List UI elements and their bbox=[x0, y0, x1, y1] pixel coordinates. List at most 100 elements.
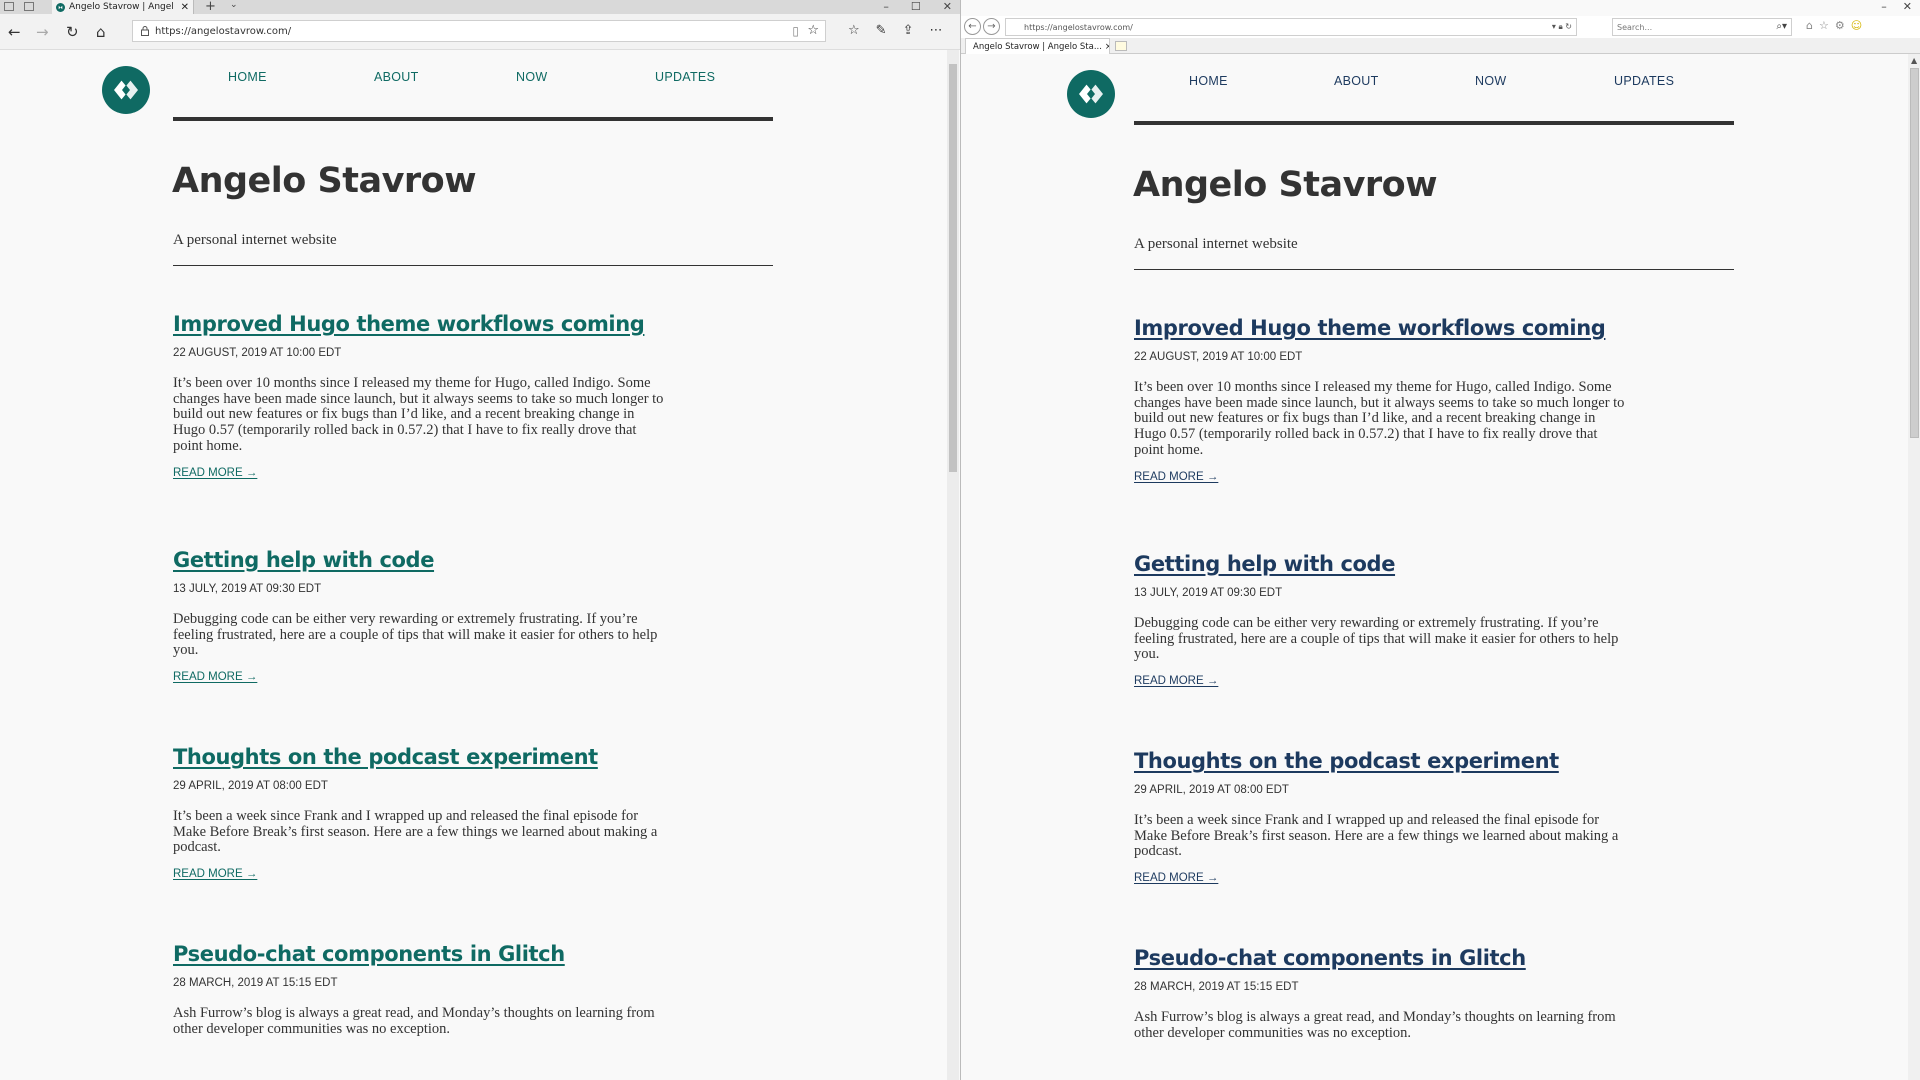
post-excerpt: It’s been a week since Frank and I wrapp… bbox=[1134, 812, 1619, 860]
minimize-icon[interactable]: – bbox=[883, 0, 889, 13]
site-nav: HOME ABOUT NOW UPDATES bbox=[228, 70, 715, 84]
refresh-icon[interactable]: ↻ bbox=[66, 23, 79, 41]
close-tab-icon[interactable]: ✕ bbox=[181, 2, 193, 13]
subtitle-rule bbox=[1134, 269, 1734, 270]
post-excerpt: It’s been over 10 months since I release… bbox=[1134, 379, 1625, 458]
ie-browser-window: – ✕ ← → https://angelostavrow.com/ ▾ 🔒︎ … bbox=[960, 0, 1920, 1080]
nav-now[interactable]: NOW bbox=[516, 70, 655, 84]
nav-updates[interactable]: UPDATES bbox=[655, 70, 715, 84]
post-date: 22 AUGUST, 2019 AT 10:00 EDT bbox=[1134, 351, 1303, 363]
tab-list-chevron-icon[interactable]: ⌄ bbox=[230, 0, 238, 10]
post-excerpt: It’s been over 10 months since I release… bbox=[173, 375, 664, 454]
post-title-link[interactable]: Thoughts on the podcast experiment bbox=[1134, 749, 1626, 773]
share-icon[interactable]: ⇪ bbox=[903, 23, 914, 38]
edge-toolbar: ☆ ✎ ⇪ ⋯ bbox=[848, 23, 942, 38]
lock-icon: 🔒︎ bbox=[1558, 22, 1563, 31]
logo-mark-icon bbox=[1079, 84, 1103, 104]
ie-active-tab[interactable]: Angelo Stavrow | Angelo Sta... × bbox=[965, 38, 1110, 54]
post-title-link[interactable]: Improved Hugo theme workflows coming bbox=[173, 312, 665, 336]
site-title: Angelo Stavrow bbox=[172, 161, 477, 201]
back-icon[interactable]: ← bbox=[8, 23, 21, 41]
ie-vertical-scrollbar[interactable]: ▲ bbox=[1908, 54, 1920, 1080]
forward-icon[interactable]: → bbox=[36, 23, 49, 41]
close-window-icon[interactable]: ✕ bbox=[943, 0, 952, 13]
home-icon[interactable]: ⌂ bbox=[96, 23, 106, 41]
edge-active-tab[interactable]: Angelo Stavrow | Angel ✕ bbox=[52, 0, 194, 14]
address-bar[interactable]: https://angelostavrow.com/ ▯ ☆ bbox=[132, 20, 826, 42]
post-excerpt: Debugging code can be either very reward… bbox=[173, 611, 658, 659]
ie-tab-row: Angelo Stavrow | Angelo Sta... × bbox=[961, 38, 1920, 54]
read-more-link[interactable]: READ MORE → bbox=[173, 671, 665, 683]
address-bar[interactable]: https://angelostavrow.com/ ▾ 🔒︎ ↻ bbox=[1005, 18, 1577, 36]
scroll-up-icon[interactable]: ▲ bbox=[1911, 56, 1917, 65]
site-subtitle: A personal internet website bbox=[173, 232, 337, 248]
edge-vertical-scrollbar[interactable] bbox=[947, 50, 959, 1080]
post-date: 13 JULY, 2019 AT 09:30 EDT bbox=[1134, 587, 1283, 599]
close-tab-icon[interactable]: × bbox=[1105, 42, 1109, 52]
nav-home[interactable]: HOME bbox=[228, 70, 374, 84]
search-input[interactable]: Search... bbox=[1617, 23, 1652, 32]
favorite-star-icon[interactable]: ☆ bbox=[807, 23, 819, 38]
ie-nav-bar: ← → https://angelostavrow.com/ ▾ 🔒︎ ↻ Se… bbox=[961, 16, 1920, 38]
site-logo[interactable] bbox=[102, 66, 150, 114]
tab-preview-icon[interactable] bbox=[4, 2, 14, 11]
set-tabs-aside-icon[interactable] bbox=[24, 2, 34, 11]
nav-about[interactable]: ABOUT bbox=[374, 70, 516, 84]
post-date: 28 MARCH, 2019 AT 15:15 EDT bbox=[173, 977, 338, 989]
scrollbar-thumb[interactable] bbox=[949, 64, 957, 472]
pen-icon[interactable]: ✎ bbox=[876, 23, 887, 38]
gear-icon[interactable]: ⚙ bbox=[1835, 19, 1845, 32]
address-controls: ▾ 🔒︎ ↻ bbox=[1552, 22, 1572, 32]
post-title-link[interactable]: Pseudo-chat components in Glitch bbox=[173, 942, 665, 966]
site-page: HOME ABOUT NOW UPDATES Angelo Stavrow A … bbox=[961, 54, 1908, 1080]
ie-page-viewport: HOME ABOUT NOW UPDATES Angelo Stavrow A … bbox=[961, 54, 1908, 1080]
post-item: Pseudo-chat components in Glitch 28 MARC… bbox=[1134, 946, 1626, 1041]
post-excerpt: Debugging code can be either very reward… bbox=[1134, 615, 1619, 663]
read-more-link[interactable]: READ MORE → bbox=[1134, 471, 1626, 483]
nav-updates[interactable]: UPDATES bbox=[1614, 74, 1674, 88]
favorites-icon[interactable]: ☆ bbox=[1819, 19, 1829, 32]
search-box[interactable]: Search... ⌕▾ bbox=[1612, 18, 1792, 36]
read-more-link[interactable]: READ MORE → bbox=[1134, 675, 1626, 687]
post-title-link[interactable]: Improved Hugo theme workflows coming bbox=[1134, 316, 1626, 340]
post-item: Getting help with code 13 JULY, 2019 AT … bbox=[1134, 552, 1626, 687]
address-text: https://angelostavrow.com/ bbox=[155, 25, 292, 37]
header-rule bbox=[1134, 121, 1734, 125]
back-icon[interactable]: ← bbox=[964, 18, 981, 35]
header-rule bbox=[173, 117, 773, 121]
logo-mark-icon bbox=[114, 80, 138, 100]
post-title-link[interactable]: Getting help with code bbox=[1134, 552, 1626, 576]
home-icon[interactable]: ⌂ bbox=[1806, 19, 1813, 32]
nav-about[interactable]: ABOUT bbox=[1334, 74, 1475, 88]
nav-now[interactable]: NOW bbox=[1475, 74, 1614, 88]
refresh-icon[interactable]: ↻ bbox=[1565, 22, 1572, 31]
nav-home[interactable]: HOME bbox=[1189, 74, 1334, 88]
read-more-link[interactable]: READ MORE → bbox=[1134, 872, 1626, 884]
site-logo[interactable] bbox=[1067, 70, 1115, 118]
new-tab-icon[interactable]: + bbox=[205, 0, 216, 14]
maximize-icon[interactable]: ☐ bbox=[911, 0, 921, 13]
search-icon[interactable]: ⌕▾ bbox=[1776, 21, 1787, 32]
smiley-icon[interactable]: ☺ bbox=[1851, 19, 1862, 32]
dropdown-icon[interactable]: ▾ bbox=[1552, 22, 1556, 31]
post-item: Getting help with code 13 JULY, 2019 AT … bbox=[173, 548, 665, 683]
forward-icon[interactable]: → bbox=[983, 18, 1000, 35]
close-window-icon[interactable]: ✕ bbox=[1903, 0, 1912, 13]
post-title-link[interactable]: Pseudo-chat components in Glitch bbox=[1134, 946, 1626, 970]
post-item: Pseudo-chat components in Glitch 28 MARC… bbox=[173, 942, 665, 1037]
post-title-link[interactable]: Thoughts on the podcast experiment bbox=[173, 745, 665, 769]
more-icon[interactable]: ⋯ bbox=[929, 23, 942, 38]
post-title-link[interactable]: Getting help with code bbox=[173, 548, 665, 572]
lock-icon bbox=[141, 26, 149, 36]
minimize-icon[interactable]: – bbox=[1881, 0, 1887, 13]
post-item: Thoughts on the podcast experiment 29 AP… bbox=[1134, 749, 1626, 884]
post-excerpt: Ash Furrow’s blog is always a great read… bbox=[173, 1005, 655, 1037]
read-more-link[interactable]: READ MORE → bbox=[173, 868, 665, 880]
reading-view-icon[interactable]: ▯ bbox=[792, 24, 799, 38]
new-tab-icon[interactable] bbox=[1115, 41, 1127, 51]
scrollbar-thumb[interactable] bbox=[1910, 68, 1919, 438]
address-text: https://angelostavrow.com/ bbox=[1024, 22, 1133, 32]
subtitle-rule bbox=[173, 265, 773, 266]
favorites-hub-icon[interactable]: ☆ bbox=[848, 23, 860, 38]
read-more-link[interactable]: READ MORE → bbox=[173, 467, 665, 479]
